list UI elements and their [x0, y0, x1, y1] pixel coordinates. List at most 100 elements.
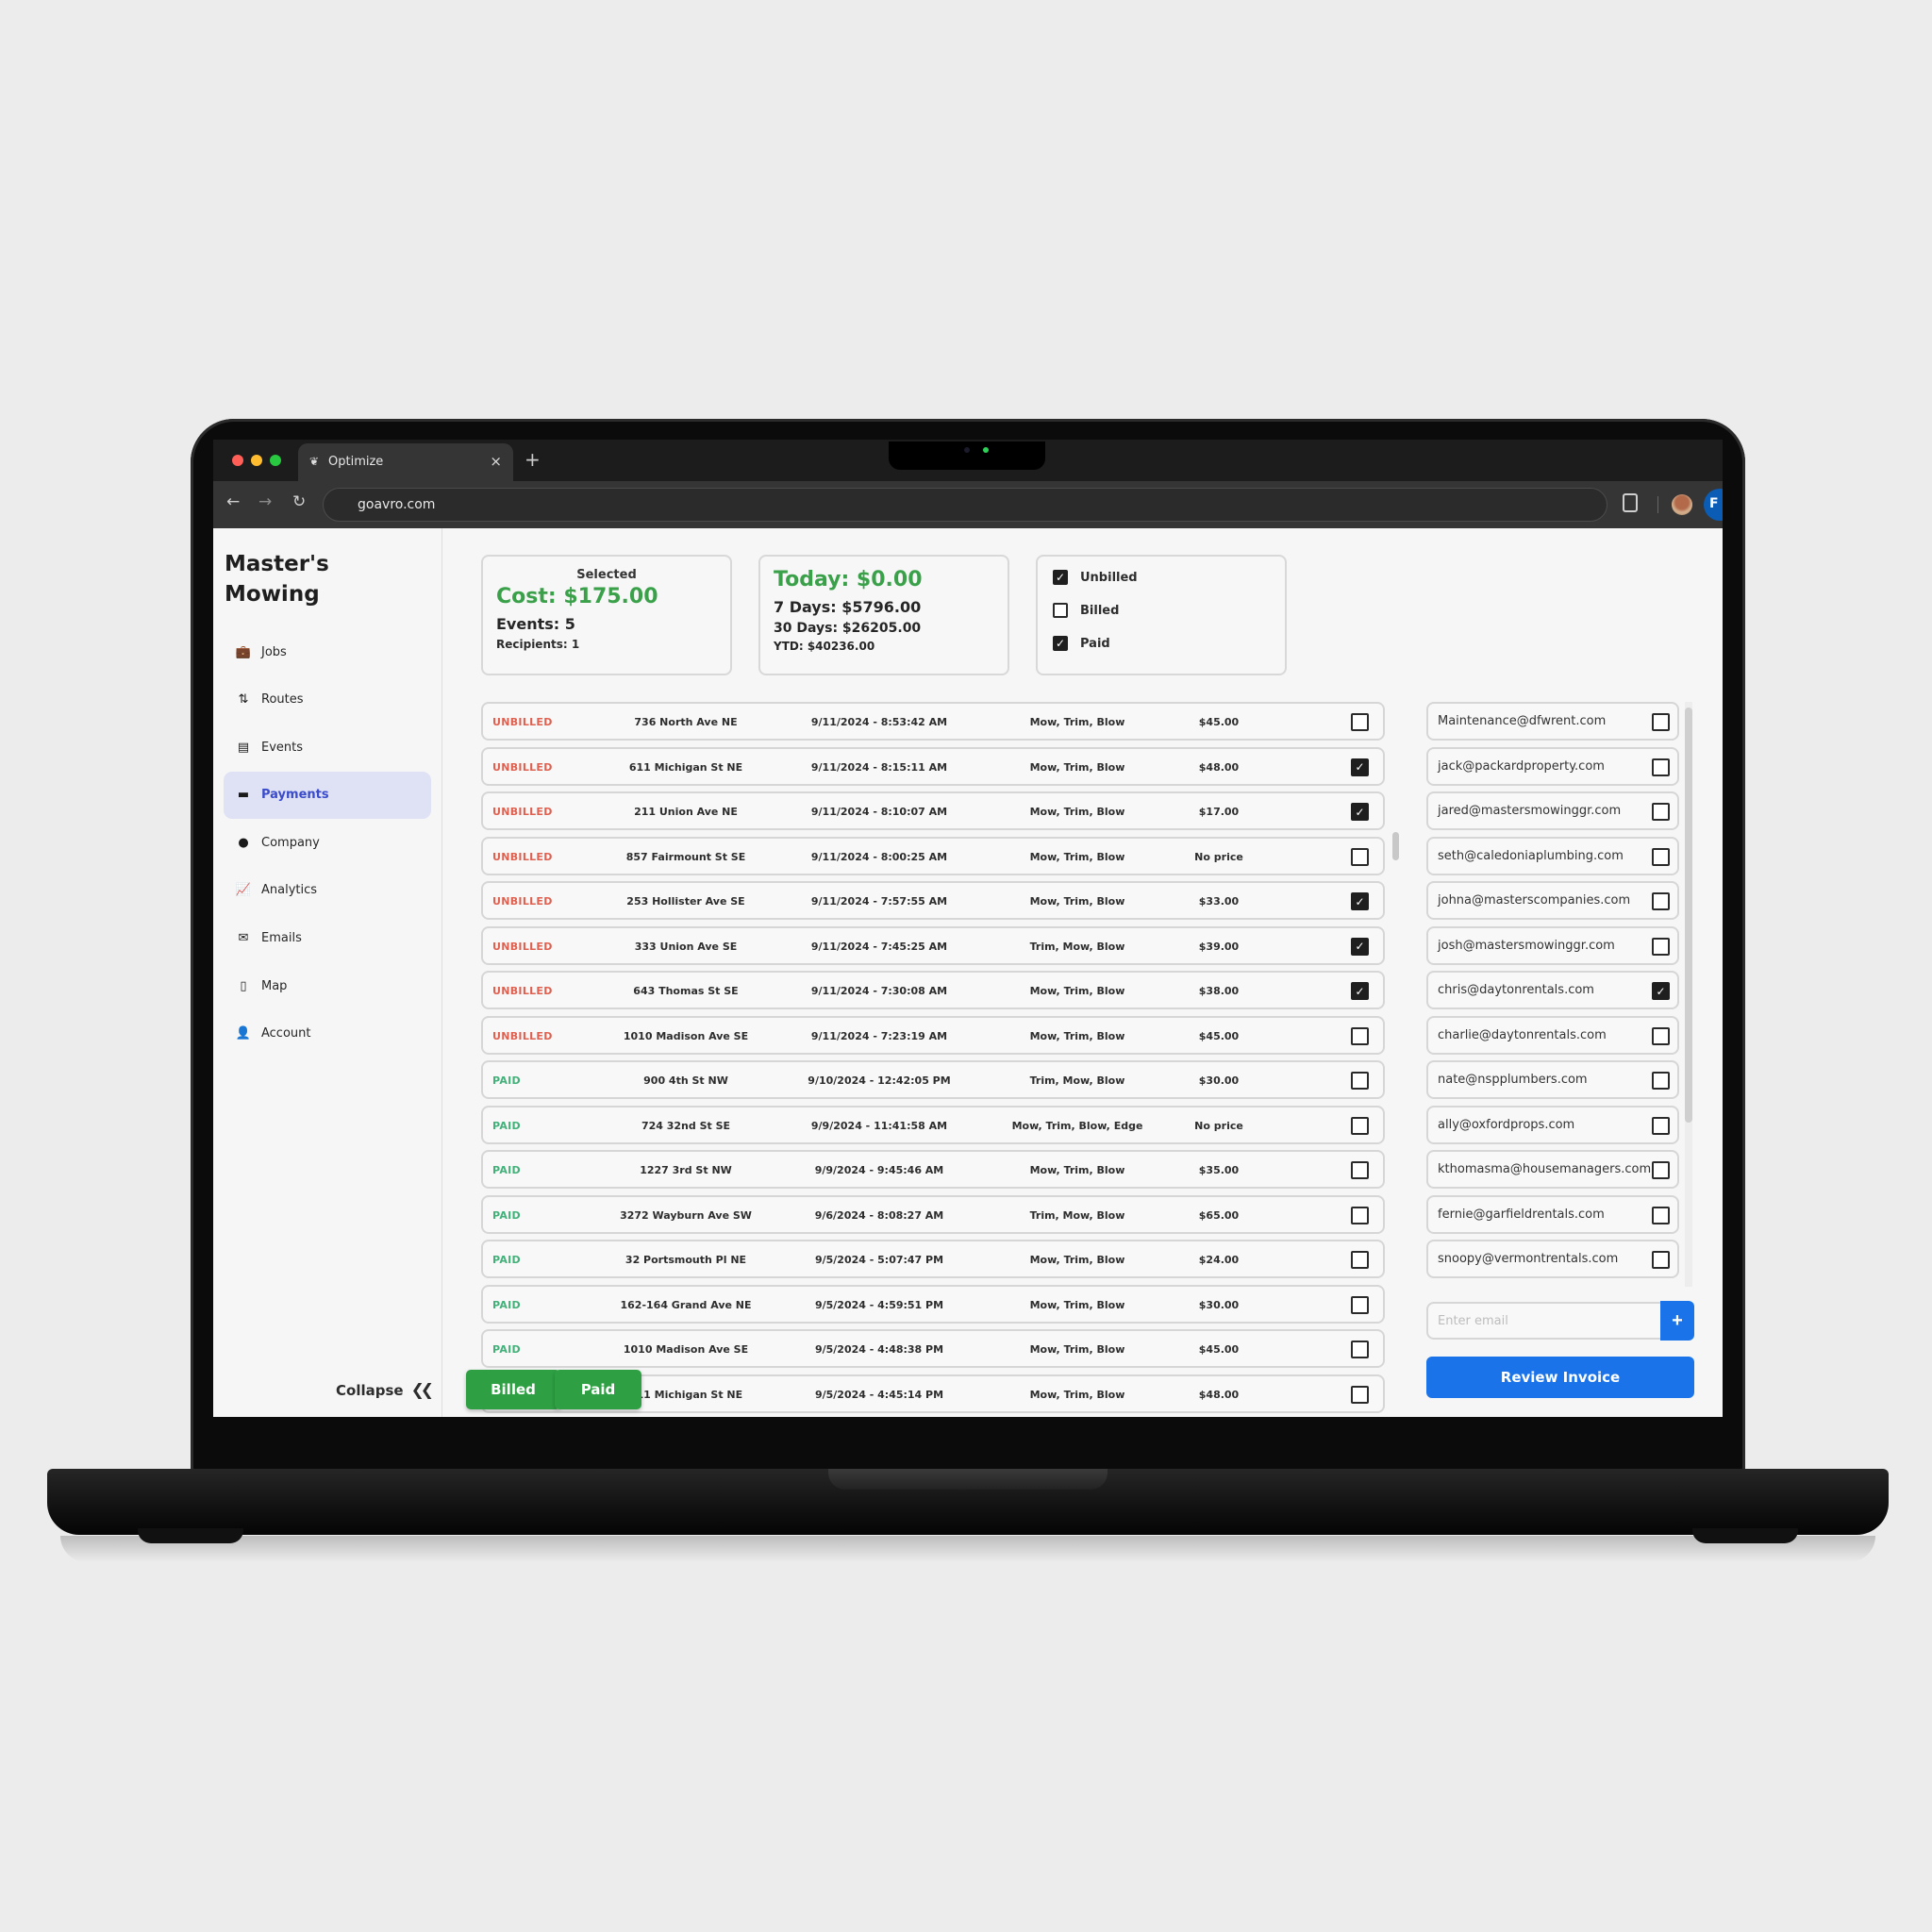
sidebar-item-analytics[interactable]: 📈 Analytics: [224, 867, 431, 914]
recipient-row[interactable]: ally@oxfordprops.com: [1426, 1105, 1679, 1144]
window-minimize-button[interactable]: [251, 455, 262, 466]
add-email-button[interactable]: +: [1660, 1301, 1694, 1341]
event-select-checkbox[interactable]: [1351, 1116, 1369, 1135]
new-tab-button[interactable]: +: [525, 448, 541, 471]
event-select-checkbox[interactable]: [1351, 1072, 1369, 1090]
mark-billed-button[interactable]: Billed: [466, 1370, 560, 1409]
filter-checkbox[interactable]: ✓: [1053, 636, 1068, 651]
event-price: $33.00: [1198, 895, 1240, 908]
recipient-select-checkbox[interactable]: [1652, 803, 1670, 821]
event-row[interactable]: UNBILLED 211 Union Ave NE 9/11/2024 - 8:10…: [481, 791, 1385, 830]
event-price: $30.00: [1198, 1298, 1240, 1311]
seven-day-total: 7 Days: $5796.00: [774, 598, 922, 616]
window-close-button[interactable]: [232, 455, 243, 466]
event-select-checkbox[interactable]: [1351, 1341, 1369, 1358]
address-bar[interactable]: goavro.com: [323, 488, 1607, 522]
event-row[interactable]: UNBILLED 736 North Ave NE 9/11/2024 - 8:53…: [481, 702, 1385, 741]
forward-arrow-icon[interactable]: →: [258, 492, 272, 511]
recipient-select-checkbox[interactable]: [1652, 1161, 1670, 1179]
event-row[interactable]: PAID 1227 3rd St NW 9/9/2024 - 9:45:46 AM M…: [481, 1150, 1385, 1189]
event-select-checkbox[interactable]: [1351, 847, 1369, 866]
recipient-row[interactable]: kthomasma@housemanagers.com: [1426, 1150, 1679, 1189]
window-maximize-button[interactable]: [270, 455, 281, 466]
status-badge: PAID: [492, 1298, 521, 1311]
event-row[interactable]: PAID 724 32nd St SE 9/9/2024 - 11:41:58 AM…: [481, 1105, 1385, 1144]
recipient-select-checkbox[interactable]: [1652, 713, 1670, 731]
recipient-list-scrollbar[interactable]: [1685, 708, 1692, 1123]
recipient-select-checkbox[interactable]: [1652, 937, 1670, 956]
recipient-row[interactable]: jack@packardproperty.com: [1426, 746, 1679, 786]
event-row[interactable]: UNBILLED 253 Hollister Ave SE 9/11/2024 - …: [481, 881, 1385, 920]
sidebar-item-routes[interactable]: ⇅ Routes: [224, 676, 431, 724]
sidebar-item-jobs[interactable]: 💼 Jobs: [224, 628, 431, 675]
event-row[interactable]: PAID 1010 Madison Ave SE 9/5/2024 - 4:48:3…: [481, 1329, 1385, 1368]
recipient-row[interactable]: josh@mastersmowinggr.com: [1426, 925, 1679, 965]
recipient-row[interactable]: fernie@garfieldrentals.com: [1426, 1194, 1679, 1234]
recipient-select-checkbox[interactable]: [1652, 892, 1670, 910]
recipient-row[interactable]: nate@nspplumbers.com: [1426, 1060, 1679, 1099]
recipient-select-checkbox[interactable]: [1652, 1072, 1670, 1090]
event-row[interactable]: UNBILLED 333 Union Ave SE 9/11/2024 - 7:45…: [481, 925, 1385, 965]
event-row[interactable]: UNBILLED 857 Fairmount St SE 9/11/2024 - 8…: [481, 836, 1385, 875]
email-input[interactable]: [1426, 1302, 1662, 1340]
event-select-checkbox[interactable]: ✓: [1351, 803, 1369, 821]
browser-tab[interactable]: ❦ Optimize ×: [298, 443, 513, 481]
recipient-row[interactable]: jared@mastersmowinggr.com: [1426, 791, 1679, 830]
filter-paid[interactable]: ✓ Paid: [1053, 636, 1110, 651]
recipient-row[interactable]: chris@daytonrentals.com ✓: [1426, 971, 1679, 1009]
event-select-checkbox[interactable]: [1351, 1206, 1369, 1224]
event-select-checkbox[interactable]: [1351, 1026, 1369, 1045]
collapse-sidebar-button[interactable]: Collapse ❮❮: [336, 1381, 434, 1400]
event-row[interactable]: PAID 3272 Wayburn Ave SW 9/6/2024 - 8:08:2…: [481, 1194, 1385, 1234]
event-select-checkbox[interactable]: [1351, 1295, 1369, 1314]
recipient-select-checkbox[interactable]: [1652, 847, 1670, 866]
camera-lens: [964, 447, 970, 453]
recipient-select-checkbox[interactable]: [1652, 758, 1670, 776]
mark-paid-button[interactable]: Paid: [555, 1370, 641, 1409]
recipient-row[interactable]: seth@caledoniaplumbing.com: [1426, 836, 1679, 875]
close-tab-icon[interactable]: ×: [490, 453, 502, 470]
event-select-checkbox[interactable]: ✓: [1351, 758, 1369, 776]
recipient-row[interactable]: johna@masterscompanies.com: [1426, 881, 1679, 920]
filter-checkbox[interactable]: ✓: [1053, 570, 1068, 585]
events-list-scrollbar[interactable]: [1392, 832, 1399, 860]
review-invoice-button[interactable]: Review Invoice: [1426, 1357, 1694, 1398]
recipient-row[interactable]: snoopy@vermontrentals.com: [1426, 1240, 1679, 1278]
sidebar-item-account[interactable]: 👤 Account: [224, 1010, 431, 1058]
sidebar-item-company[interactable]: ● Company: [224, 819, 431, 866]
event-address: 1010 Madison Ave SE: [623, 1029, 749, 1042]
back-arrow-icon[interactable]: ←: [226, 492, 240, 511]
event-select-checkbox[interactable]: [1351, 1385, 1369, 1404]
event-row[interactable]: UNBILLED 1010 Madison Ave SE 9/11/2024 - 7…: [481, 1015, 1385, 1055]
account-avatar[interactable]: F: [1704, 489, 1723, 521]
recipient-select-checkbox[interactable]: [1652, 1026, 1670, 1045]
event-select-checkbox[interactable]: ✓: [1351, 892, 1369, 910]
filter-checkbox[interactable]: [1053, 603, 1068, 618]
event-select-checkbox[interactable]: [1351, 1251, 1369, 1269]
recipient-select-checkbox[interactable]: [1652, 1116, 1670, 1135]
event-select-checkbox[interactable]: [1351, 713, 1369, 731]
profile-avatar[interactable]: [1672, 494, 1692, 515]
event-row[interactable]: PAID 900 4th St NW 9/10/2024 - 12:42:05 PM…: [481, 1060, 1385, 1099]
event-row[interactable]: PAID 32 Portsmouth Pl NE 9/5/2024 - 5:07:4…: [481, 1240, 1385, 1278]
recipient-select-checkbox[interactable]: ✓: [1652, 982, 1670, 1000]
reload-icon[interactable]: ↻: [292, 492, 306, 511]
sidebar-item-payments[interactable]: ▬ Payments: [224, 771, 431, 819]
event-select-checkbox[interactable]: [1351, 1161, 1369, 1179]
sidebar-item-events[interactable]: ▤ Events: [224, 724, 431, 771]
recipient-row[interactable]: charlie@daytonrentals.com: [1426, 1015, 1679, 1055]
sidebar-item-map[interactable]: ▯ Map: [224, 962, 431, 1009]
sidebar-item-emails[interactable]: ✉ Emails: [224, 915, 431, 962]
filter-unbilled[interactable]: ✓ Unbilled: [1053, 570, 1138, 585]
event-row[interactable]: PAID 162-164 Grand Ave NE 9/5/2024 - 4:59:…: [481, 1284, 1385, 1324]
filter-billed[interactable]: Billed: [1053, 603, 1119, 618]
event-row[interactable]: UNBILLED 611 Michigan St NE 9/11/2024 - 8:…: [481, 746, 1385, 786]
recipient-select-checkbox[interactable]: [1652, 1206, 1670, 1224]
extensions-puzzle-icon[interactable]: [1623, 493, 1638, 512]
event-select-checkbox[interactable]: ✓: [1351, 937, 1369, 956]
recipient-row[interactable]: Maintenance@dfwrent.com: [1426, 702, 1679, 741]
recipient-select-checkbox[interactable]: [1652, 1251, 1670, 1269]
event-row[interactable]: UNBILLED 643 Thomas St SE 9/11/2024 - 7:30…: [481, 971, 1385, 1009]
event-select-checkbox[interactable]: ✓: [1351, 982, 1369, 1000]
recipient-email: fernie@garfieldrentals.com: [1438, 1207, 1605, 1222]
